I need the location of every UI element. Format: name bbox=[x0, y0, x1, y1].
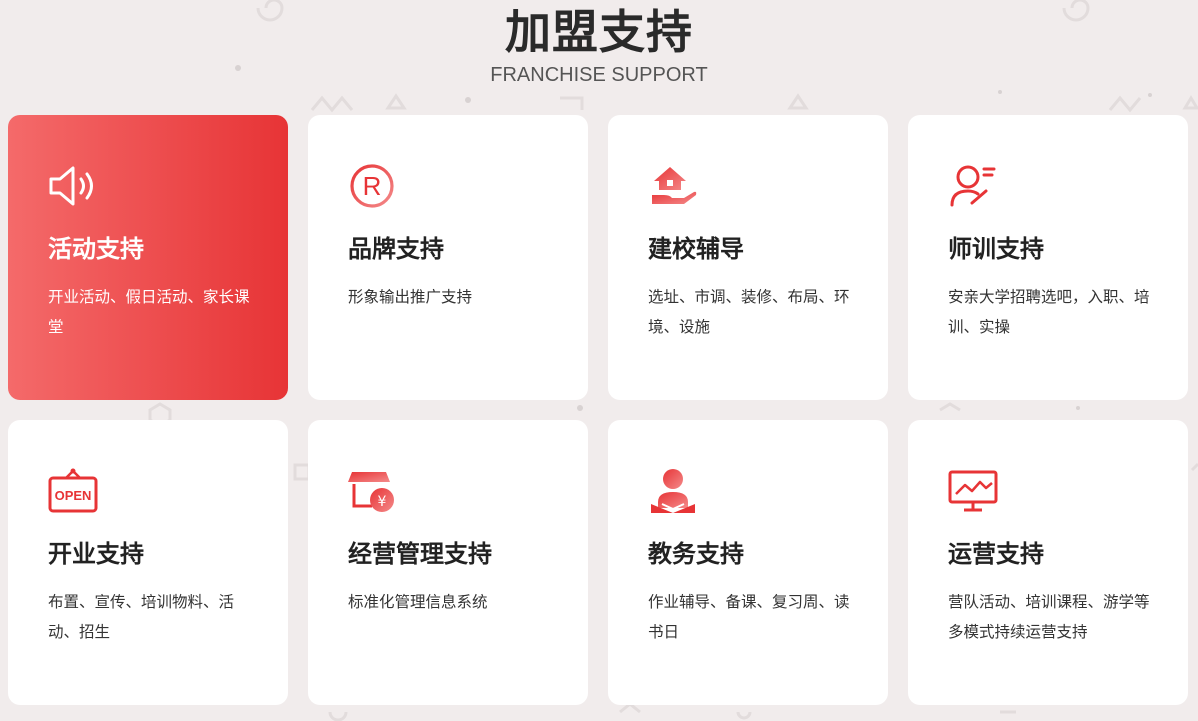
card-academic-support[interactable]: 教务支持 作业辅导、备课、复习周、读书日 bbox=[608, 420, 888, 705]
registered-trademark-icon: R bbox=[348, 163, 398, 209]
card-teacher-training[interactable]: 师训支持 安亲大学招聘选吧，入职、培训、实操 bbox=[908, 115, 1188, 400]
speaker-icon bbox=[48, 163, 98, 209]
student-icon bbox=[648, 468, 698, 514]
card-brand-support[interactable]: R 品牌支持 形象输出推广支持 bbox=[308, 115, 588, 400]
card-school-setup[interactable]: 建校辅导 选址、市调、装修、布局、环境、设施 bbox=[608, 115, 888, 400]
card-title: 运营支持 bbox=[948, 540, 1044, 568]
card-description: 布置、宣传、培训物料、活动、招生 bbox=[48, 593, 235, 641]
page-subtitle: FRANCHISE SUPPORT bbox=[490, 64, 708, 86]
shop-yuan-icon: ¥ bbox=[348, 468, 398, 514]
page-title: 加盟支持 bbox=[505, 5, 693, 59]
card-description: 标准化管理信息系统 bbox=[348, 593, 488, 611]
card-description: 作业辅导、备课、复习周、读书日 bbox=[648, 593, 850, 641]
teacher-icon bbox=[948, 163, 998, 209]
card-description: 开业活动、假日活动、家长课堂 bbox=[48, 288, 250, 336]
svg-text:¥: ¥ bbox=[378, 494, 387, 510]
card-title: 建校辅导 bbox=[648, 235, 744, 263]
monitor-chart-icon bbox=[948, 468, 998, 514]
svg-text:OPEN: OPEN bbox=[55, 488, 92, 503]
card-operations-support[interactable]: 运营支持 营队活动、培训课程、游学等多模式持续运营支持 bbox=[908, 420, 1188, 705]
open-sign-icon: OPEN bbox=[48, 468, 98, 514]
card-opening-support[interactable]: OPEN 开业支持 布置、宣传、培训物料、活动、招生 bbox=[8, 420, 288, 705]
card-title: 品牌支持 bbox=[348, 235, 444, 263]
card-activity-support[interactable]: 活动支持 开业活动、假日活动、家长课堂 bbox=[8, 115, 288, 400]
card-operation-management[interactable]: ¥ 经营管理支持 标准化管理信息系统 bbox=[308, 420, 588, 705]
card-title: 开业支持 bbox=[48, 540, 144, 568]
card-title: 教务支持 bbox=[648, 540, 744, 568]
card-title: 活动支持 bbox=[48, 235, 144, 263]
card-description: 形象输出推广支持 bbox=[348, 288, 473, 306]
house-hand-icon bbox=[648, 163, 698, 209]
card-description: 营队活动、培训课程、游学等多模式持续运营支持 bbox=[948, 593, 1150, 641]
svg-text:R: R bbox=[363, 171, 382, 201]
card-title: 经营管理支持 bbox=[348, 540, 492, 568]
card-description: 安亲大学招聘选吧，入职、培训、实操 bbox=[948, 288, 1150, 336]
card-description: 选址、市调、装修、布局、环境、设施 bbox=[648, 288, 850, 336]
card-title: 师训支持 bbox=[948, 235, 1044, 263]
